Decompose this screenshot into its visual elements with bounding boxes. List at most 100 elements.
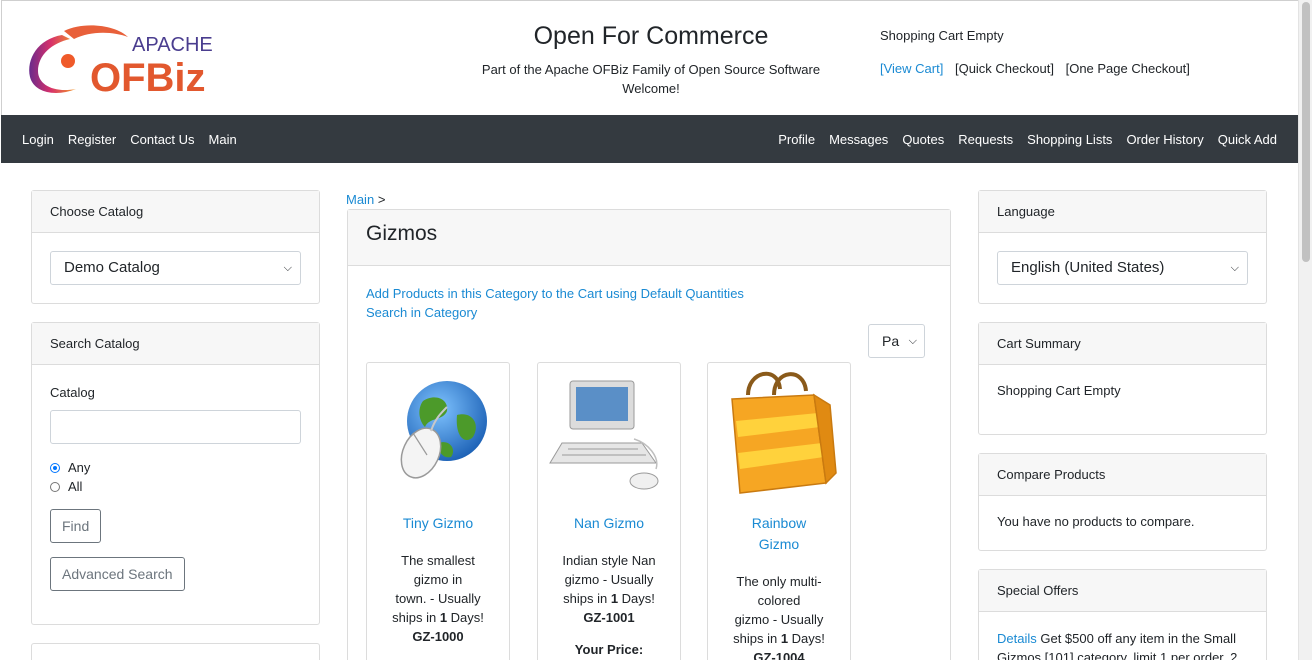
nav-shopping-lists[interactable]: Shopping Lists	[1020, 132, 1119, 147]
desc-line: ships in 1 Days!	[733, 631, 825, 646]
choose-catalog-card: Choose Catalog Demo Catalog ⌵	[31, 190, 320, 304]
price-label: Your Price:	[574, 642, 644, 657]
quick-checkout-link[interactable]: [Quick Checkout]	[955, 61, 1054, 76]
language-body: English (United States) ⌵	[979, 233, 1266, 303]
site-title: Open For Commerce	[533, 22, 769, 50]
choose-catalog-body: Demo Catalog ⌵	[32, 233, 319, 303]
product-description: The smallest gizmo in town. - Usually sh…	[381, 551, 495, 646]
nav-right: Profile Messages Quotes Requests Shoppin…	[771, 115, 1284, 163]
main-navbar: Login Register Contact Us Main Profile M…	[1, 115, 1298, 163]
pager-select[interactable]: Pa ⌵	[868, 324, 925, 358]
radio-all[interactable]	[50, 481, 60, 492]
nav-quotes[interactable]: Quotes	[895, 132, 951, 147]
nav-login[interactable]: Login	[15, 132, 61, 147]
product-image-shopping-bag[interactable]	[718, 365, 840, 495]
offer-text-line: Get $500 off any item in the Small	[1036, 631, 1236, 646]
product-image-globe-mouse[interactable]	[377, 365, 499, 495]
category-panel: Gizmos Add Products in this Category to …	[347, 209, 951, 660]
radio-any[interactable]	[50, 462, 60, 473]
special-offers-card: Special Offers Details Get $500 off any …	[978, 569, 1267, 660]
product-sku: GZ-1004	[753, 650, 805, 660]
breadcrumb: Main >	[346, 192, 385, 207]
page-scrollbar[interactable]	[1298, 0, 1312, 660]
search-catalog-card: Search Catalog Catalog Any All Find Adva…	[31, 322, 320, 625]
nav-order-history[interactable]: Order History	[1119, 132, 1210, 147]
breadcrumb-separator: >	[377, 192, 386, 207]
desc-line: The only multi-	[736, 574, 822, 589]
search-catalog-header: Search Catalog	[32, 323, 319, 365]
scrollbar-thumb[interactable]	[1302, 2, 1310, 262]
breadcrumb-main-link[interactable]: Main	[346, 192, 374, 207]
product-card-tiny-gizmo: Tiny Gizmo The smallest gizmo in town. -…	[366, 362, 510, 660]
desc-line: gizmo in	[413, 572, 463, 587]
desc-line: Indian style Nan	[562, 553, 656, 568]
advanced-search-button[interactable]: Advanced Search	[50, 557, 185, 591]
nav-requests[interactable]: Requests	[951, 132, 1020, 147]
welcome-text: Welcome!	[622, 81, 680, 96]
language-select[interactable]: English (United States) ⌵	[997, 251, 1248, 285]
nav-main[interactable]: Main	[202, 132, 244, 147]
desc-line: ships in 1 Days!	[392, 610, 484, 625]
chevron-down-icon: ⌵	[1230, 262, 1239, 274]
add-category-to-cart-link[interactable]: Add Products in this Category to the Car…	[366, 286, 744, 301]
desc-line: colored	[757, 593, 801, 608]
site-tagline: Part of the Apache OFBiz Family of Open …	[451, 60, 851, 98]
view-cart-link[interactable]: [View Cart]	[880, 61, 943, 76]
left-bottom-card	[31, 643, 320, 660]
find-button[interactable]: Find	[50, 509, 102, 543]
product-name-link[interactable]: Tiny Gizmo	[375, 513, 501, 534]
compare-products-card: Compare Products You have no products to…	[978, 453, 1267, 551]
language-select-value: English (United States)	[1011, 259, 1165, 276]
category-title: Gizmos	[348, 210, 950, 266]
desc-line: The smallest	[401, 553, 475, 568]
nav-contact-us[interactable]: Contact Us	[123, 132, 201, 147]
search-in-category-link[interactable]: Search in Category	[366, 305, 477, 320]
special-offers-header: Special Offers	[979, 570, 1266, 612]
offer-details-link[interactable]: Details	[997, 631, 1037, 646]
product-image-computer[interactable]	[548, 365, 670, 495]
ofbiz-logo[interactable]: APACHE OFBiz	[24, 23, 239, 99]
one-page-checkout-link[interactable]: [One Page Checkout]	[1066, 61, 1190, 76]
cart-summary-text: Shopping Cart Empty	[997, 383, 1121, 398]
product-card-nan-gizmo: Nan Gizmo Indian style Nan gizmo - Usual…	[537, 362, 681, 660]
svg-text:OFBiz: OFBiz	[90, 56, 206, 99]
product-name-link[interactable]: Rainbow Gizmo	[716, 513, 842, 555]
search-mode-group: Any All	[50, 458, 301, 496]
product-card-rainbow-gizmo: Rainbow Gizmo The only multi- colored gi…	[707, 362, 851, 660]
choose-catalog-header: Choose Catalog	[32, 191, 319, 233]
nav-messages[interactable]: Messages	[822, 132, 895, 147]
product-sku: GZ-1000	[412, 629, 464, 644]
special-offer-item: Details Get $500 off any item in the Sma…	[979, 612, 1266, 660]
radio-any-label: Any	[68, 460, 91, 475]
tagline-text: Part of the Apache OFBiz Family of Open …	[481, 62, 821, 77]
product-name-line: Rainbow	[751, 515, 807, 531]
search-catalog-body: Catalog Any All Find Advanced Search	[32, 365, 319, 609]
catalog-select[interactable]: Demo Catalog ⌵	[50, 251, 301, 285]
product-name-line: Gizmo	[758, 536, 800, 552]
cart-status: Shopping Cart Empty	[880, 28, 1004, 43]
desc-line: gizmo - Usually	[734, 612, 824, 627]
radio-all-row[interactable]: All	[50, 477, 301, 496]
chevron-down-icon: ⌵	[908, 335, 917, 347]
chevron-down-icon: ⌵	[283, 262, 292, 274]
radio-any-row[interactable]: Any	[50, 458, 301, 477]
nav-quick-add[interactable]: Quick Add	[1211, 132, 1284, 147]
search-input[interactable]	[50, 410, 301, 444]
product-description: Indian style Nan gizmo - Usually ships i…	[552, 551, 666, 659]
language-header: Language	[979, 191, 1266, 233]
desc-line: ships in 1 Days!	[563, 591, 655, 606]
offer-text-line: Gizmos [101] category, limit 1 per order…	[997, 650, 1238, 660]
cart-summary-card: Cart Summary Shopping Cart Empty	[978, 322, 1267, 435]
nav-left: Login Register Contact Us Main	[15, 115, 244, 163]
product-name-link[interactable]: Nan Gizmo	[546, 513, 672, 534]
desc-line: gizmo - Usually	[564, 572, 654, 587]
search-catalog-label: Catalog	[50, 385, 95, 400]
nav-register[interactable]: Register	[61, 132, 123, 147]
category-links: Add Products in this Category to the Car…	[366, 284, 744, 322]
cart-summary-header: Cart Summary	[979, 323, 1266, 365]
radio-all-label: All	[68, 479, 83, 494]
product-description: The only multi- colored gizmo - Usually …	[722, 572, 836, 660]
nav-profile[interactable]: Profile	[771, 132, 822, 147]
svg-text:APACHE: APACHE	[132, 34, 213, 56]
desc-line: town. - Usually	[395, 591, 481, 606]
